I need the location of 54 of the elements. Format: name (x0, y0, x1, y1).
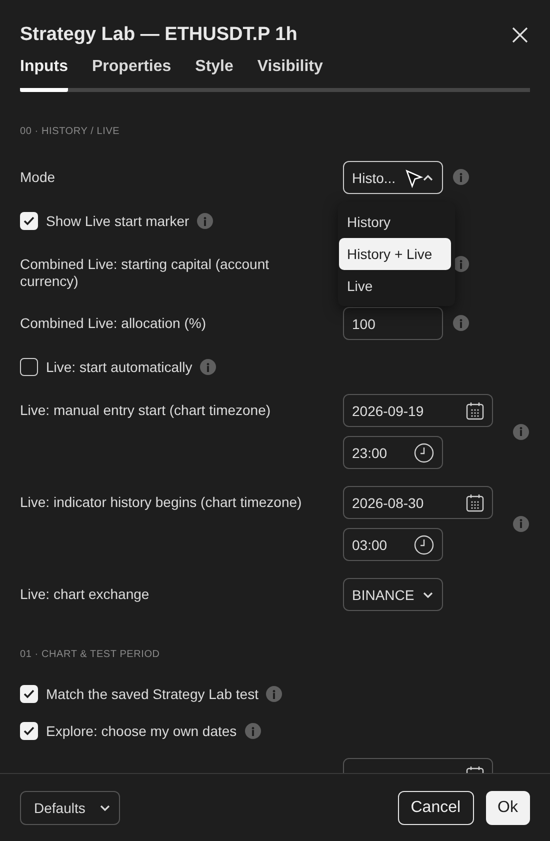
dropdown-option[interactable]: Live (339, 270, 455, 302)
date-field[interactable]: 2026-09-19 (343, 394, 493, 427)
checkbox[interactable] (20, 722, 38, 740)
cursor-icon (405, 169, 423, 189)
field-label: Live: chart exchange (20, 585, 150, 603)
input-field[interactable]: 100 (343, 307, 443, 340)
info-icon[interactable] (453, 169, 469, 185)
date-field[interactable]: 2026-08-30 (343, 486, 493, 519)
info-icon[interactable] (513, 516, 529, 532)
tab[interactable]: Visibility (257, 58, 323, 92)
checkbox[interactable] (20, 358, 38, 376)
section-heading: 01 · CHART & TEST PERIOD (20, 649, 161, 660)
ok-button[interactable]: Ok (486, 790, 530, 824)
info-icon[interactable] (453, 315, 469, 331)
info-icon[interactable] (244, 723, 261, 739)
clock-icon[interactable] (414, 534, 434, 554)
info-icon[interactable] (197, 213, 214, 229)
dropdown-option[interactable]: History (339, 206, 455, 238)
info-icon[interactable] (513, 424, 529, 440)
checkbox-label: Match the saved Strategy Lab test (46, 686, 258, 702)
time-field[interactable]: 03:00 (343, 528, 443, 561)
info-icon[interactable] (200, 359, 216, 375)
field-label: Live: indicator history begins (chart timezone) (20, 493, 303, 511)
tab[interactable]: Properties (92, 58, 172, 92)
chevron-down-icon (422, 590, 434, 598)
clock-icon[interactable] (414, 442, 434, 462)
field-label: Combined Live: starting capital (account currency) (20, 255, 270, 290)
info-icon[interactable] (266, 686, 282, 702)
checkmark-icon (23, 689, 35, 699)
field-label: Mode (20, 168, 56, 186)
chevron-down-icon (99, 804, 111, 812)
close-icon[interactable] (510, 25, 530, 45)
time-field[interactable]: 23:00 (343, 436, 443, 469)
checkbox-label: Explore: choose my own dates (46, 723, 237, 739)
dropdown-option[interactable]: History + Live (339, 238, 451, 270)
tab[interactable]: Style (195, 58, 234, 92)
field-label: Live: manual entry start (chart timezone) (20, 401, 272, 419)
calendar-icon[interactable] (466, 494, 484, 512)
select-field[interactable]: BINANCE (343, 578, 443, 611)
tab[interactable]: Inputs (20, 58, 68, 92)
checkbox[interactable] (20, 685, 38, 703)
chevron-up-icon (422, 174, 434, 182)
checkmark-icon (23, 726, 35, 736)
checkbox-label: Show Live start marker (46, 213, 190, 229)
section-heading: 00 · HISTORY / LIVE (20, 126, 121, 137)
dialog-title: Strategy Lab — ETHUSDT.P 1h (20, 24, 298, 46)
defaults-dropdown[interactable]: Defaults (20, 790, 120, 824)
checkbox[interactable] (20, 212, 38, 230)
field-label: Combined Live: allocation (%) (20, 314, 207, 332)
select-field[interactable]: Histo... (343, 161, 443, 194)
checkmark-icon (23, 216, 35, 226)
calendar-icon[interactable] (466, 402, 484, 420)
checkbox-label: Live: start automatically (46, 359, 192, 375)
cancel-button[interactable]: Cancel (398, 790, 474, 824)
